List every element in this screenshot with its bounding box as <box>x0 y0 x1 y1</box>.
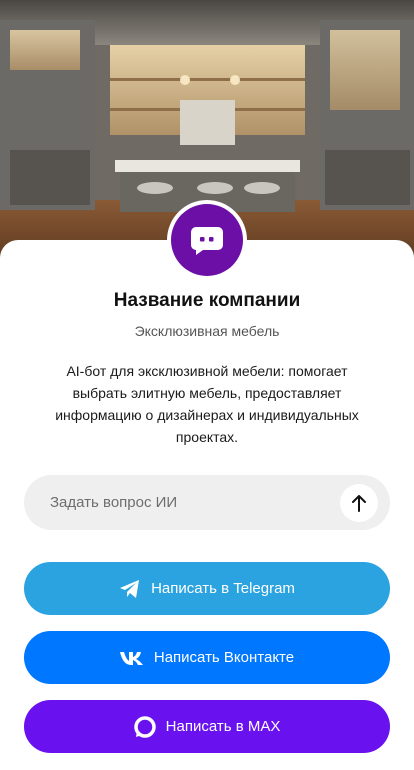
vk-button-label: Написать Вконтакте <box>153 649 295 666</box>
company-description: AI-бот для эксклюзивной мебели: помогает… <box>55 363 359 445</box>
max-button-label: Написать в MAX <box>165 718 281 735</box>
vk-button[interactable]: Написать Вконтакте <box>24 631 390 684</box>
vk-icon <box>119 651 144 665</box>
telegram-icon <box>119 579 141 599</box>
company-avatar <box>167 200 247 280</box>
send-button[interactable] <box>340 483 378 522</box>
max-icon <box>133 715 156 738</box>
arrow-up-icon <box>352 494 366 512</box>
company-tagline: Эксклюзивная мебель <box>134 323 280 339</box>
telegram-button[interactable]: Написать в Telegram <box>24 562 390 615</box>
telegram-button-label: Написать в Telegram <box>151 580 295 597</box>
ask-ai-input[interactable] <box>48 493 340 512</box>
company-name: Название компании <box>113 290 301 311</box>
max-button[interactable]: Написать в MAX <box>24 700 390 753</box>
bot-logo-icon <box>171 204 243 276</box>
ask-ai-field[interactable] <box>24 475 390 530</box>
